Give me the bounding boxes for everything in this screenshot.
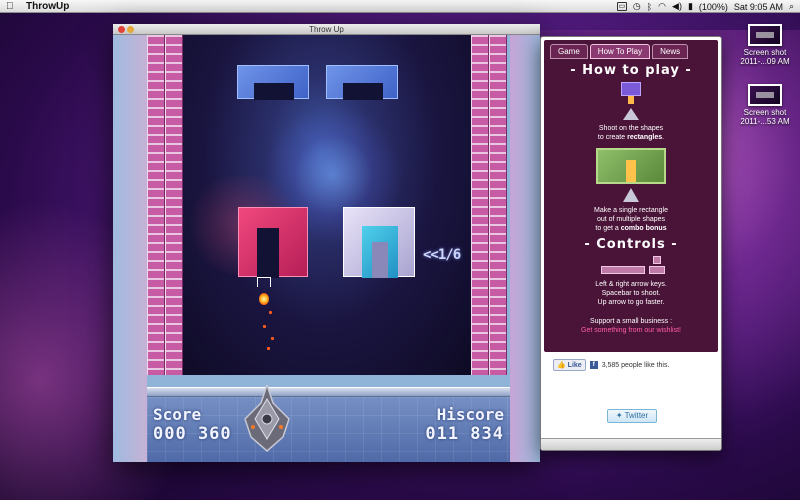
- screen-mirroring-icon[interactable]: ▭: [616, 2, 627, 11]
- facebook-like-row: 👍 Like f 3,585 people like this.: [553, 359, 669, 371]
- controls-line1: Left & right arrow keys.: [595, 281, 667, 288]
- arrow-keys-icon: [601, 256, 665, 276]
- desktop-file-screenshot-2[interactable]: Screen shot 2011-...53 AM: [730, 84, 800, 126]
- controls-line3: Up arrow to go faster.: [597, 299, 665, 306]
- app-menu-name[interactable]: ThrowUp: [26, 1, 69, 12]
- battery-percent: (100%): [698, 1, 728, 12]
- facebook-like-count: 3,585 people like this.: [601, 361, 670, 369]
- spark: [267, 347, 270, 350]
- tip1-line1: Shoot on the shapes: [598, 125, 664, 132]
- tab-how-to-play[interactable]: How To Play: [589, 44, 651, 59]
- facebook-icon: f: [589, 361, 598, 369]
- widget-bottom-bar: [541, 438, 721, 450]
- window-titlebar[interactable]: Throw Up: [113, 24, 540, 35]
- wifi-icon[interactable]: ◠: [658, 1, 666, 12]
- small-ship-icon: [623, 188, 639, 202]
- aim-bracket: [257, 277, 271, 287]
- menubar-clock[interactable]: Sat 9:05 AM: [734, 2, 783, 12]
- shapes-remaining-counter: <<1/6: [423, 247, 461, 263]
- spark: [271, 337, 274, 340]
- widget-content-panel: Game How To Play News - How to play - Sh…: [544, 40, 718, 352]
- spark: [263, 325, 266, 328]
- right-chevron-border: [489, 35, 507, 375]
- tab-news[interactable]: News: [652, 44, 689, 59]
- score-hud: Score 000 360 Hiscore 011 834: [147, 397, 510, 462]
- playfield: [183, 35, 471, 375]
- facebook-like-button[interactable]: 👍 Like: [553, 359, 586, 371]
- volume-icon[interactable]: ◀): [672, 1, 682, 12]
- combo-illustration-icon: [596, 148, 666, 184]
- thumbs-up-icon: 👍: [557, 362, 566, 369]
- player-ship-icon: [244, 385, 290, 452]
- blue-shape-right: [326, 65, 398, 100]
- spark: [269, 311, 272, 314]
- white-shape: [343, 207, 415, 278]
- desktop-file-label: 2011-...09 AM: [740, 57, 790, 66]
- screenshot-thumbnail-icon: [748, 84, 782, 106]
- tip1-line2: to create rectangles.: [597, 134, 665, 141]
- red-shape: [238, 207, 308, 278]
- time-machine-icon[interactable]: ◷: [633, 1, 641, 12]
- score-value: 000 360: [153, 424, 232, 444]
- how-to-play-widget: Game How To Play News - How to play - Sh…: [540, 36, 722, 451]
- twitter-button[interactable]: ✦ Twitter: [607, 409, 657, 423]
- menubar-status-area: ▭ ◷ ᛒ ◠ ◀) ▮ (100%) Sat 9:05 AM ⌕: [616, 0, 794, 13]
- game-canvas[interactable]: <<1/6 Score 000 360 Hiscore 011 834: [113, 35, 540, 462]
- hiscore-value: 011 834: [425, 424, 504, 444]
- tip2-line3: to get a combo bonus: [595, 225, 667, 232]
- battery-icon[interactable]: ▮: [688, 1, 693, 12]
- score-label: Score: [153, 405, 202, 424]
- shoot-illustration-icon: [619, 82, 643, 122]
- twitter-bird-icon: ✦: [615, 411, 623, 420]
- controls-line2: Spacebar to shoot.: [601, 290, 661, 297]
- blue-shape-left: [237, 65, 309, 100]
- left-chevron-border: [147, 35, 165, 375]
- widget-tabs: Game How To Play News: [544, 40, 718, 59]
- how-to-play-heading: - How to play -: [570, 63, 692, 78]
- hiscore-label: Hiscore: [436, 405, 504, 424]
- wishlist-link[interactable]: Get something from our wishlist!: [544, 326, 718, 335]
- desktop-file-label: Screen shot: [743, 48, 787, 57]
- spotlight-search-icon[interactable]: ⌕: [789, 1, 794, 12]
- desktop-file-screenshot-1[interactable]: Screen shot 2011-...09 AM: [730, 24, 800, 66]
- right-side-panel: [510, 35, 540, 462]
- controls-heading: - Controls -: [584, 237, 678, 252]
- ship-rail: [147, 387, 510, 397]
- menubar:  ThrowUp ▭ ◷ ᛒ ◠ ◀) ▮ (100%) Sat 9:05 A…: [0, 0, 800, 13]
- left-side-panel: [113, 35, 147, 462]
- screenshot-thumbnail-icon: [748, 24, 782, 46]
- game-window: Throw Up <<1/6 Score 000 360 Hiscore 011…: [113, 24, 540, 462]
- tab-game[interactable]: Game: [550, 44, 588, 59]
- tip2-line2: out of multiple shapes: [596, 216, 666, 223]
- apple-icon[interactable]: : [6, 1, 16, 12]
- left-chevron-border-inner: [165, 35, 183, 375]
- tip2-line1: Make a single rectangle: [594, 207, 668, 214]
- window-title: Throw Up: [309, 25, 344, 34]
- bluetooth-icon[interactable]: ᛒ: [647, 2, 652, 12]
- desktop-file-label: Screen shot: [743, 108, 787, 117]
- projectile: [259, 293, 269, 305]
- right-chevron-border-inner: [471, 35, 489, 375]
- desktop-file-label: 2011-...53 AM: [740, 117, 790, 126]
- support-text: Support a small business :: [589, 318, 673, 325]
